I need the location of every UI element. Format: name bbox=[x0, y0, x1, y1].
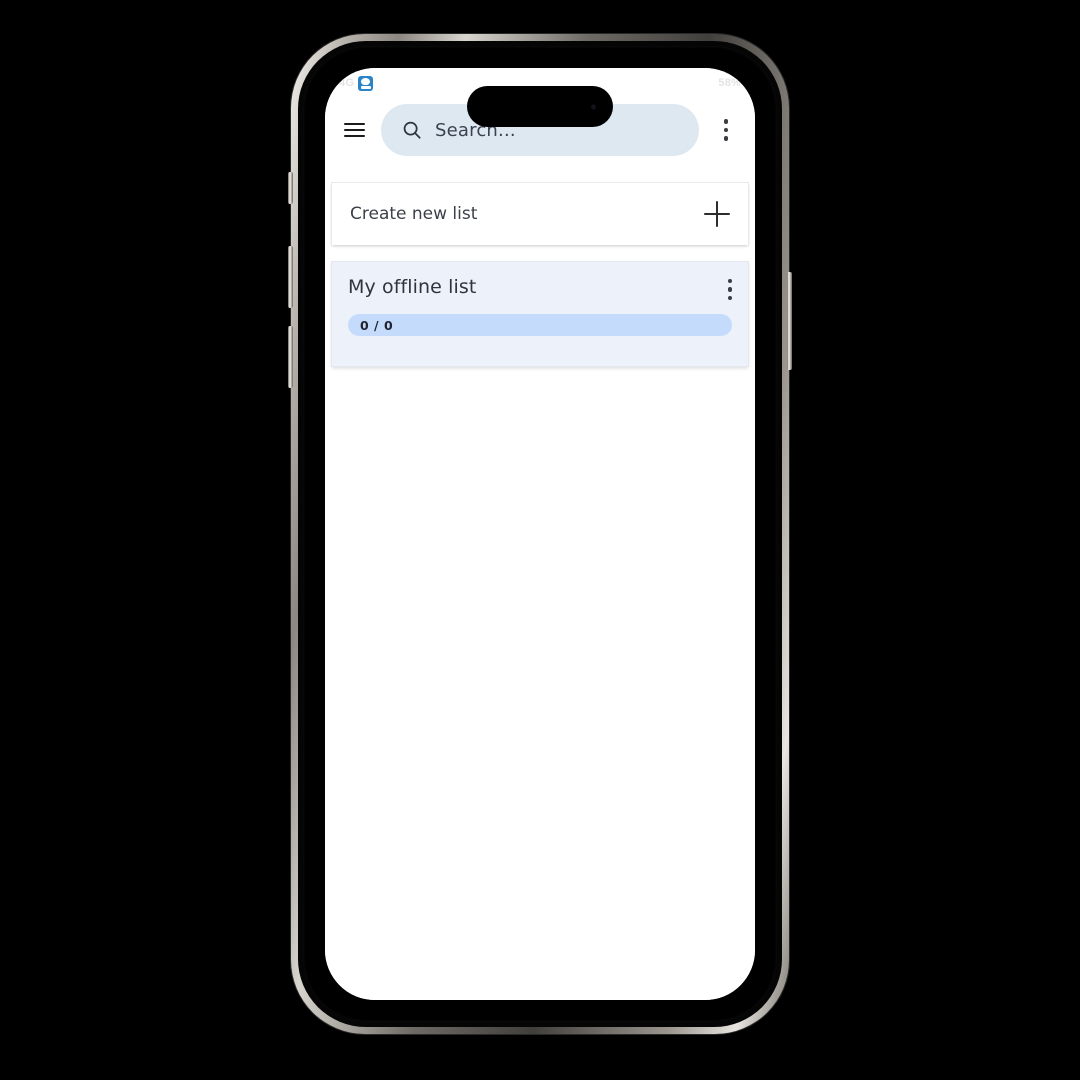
hamburger-menu-icon bbox=[343, 122, 365, 138]
battery-percent-label: 58% bbox=[718, 77, 741, 89]
list-progress-bar: 0 / 0 bbox=[348, 314, 732, 337]
volume-up-button[interactable] bbox=[288, 246, 293, 308]
hamburger-menu-button[interactable] bbox=[339, 115, 369, 145]
list-item-header: My offline list bbox=[348, 276, 732, 301]
phone-device-frame: 4G 58% Search... Create new list My offl… bbox=[288, 34, 792, 1034]
phone-screen: 4G 58% Search... Create new list My offl… bbox=[325, 68, 755, 1000]
search-icon bbox=[403, 121, 421, 139]
front-camera-icon bbox=[591, 104, 596, 109]
list-item-title: My offline list bbox=[348, 276, 477, 298]
status-bar-right: 58% bbox=[718, 77, 741, 89]
create-new-list-label: Create new list bbox=[350, 204, 478, 224]
network-label: 4G bbox=[339, 77, 355, 89]
dynamic-island bbox=[467, 86, 613, 127]
mute-switch-button[interactable] bbox=[288, 172, 293, 204]
overflow-menu-button[interactable] bbox=[711, 115, 741, 145]
plus-icon[interactable] bbox=[704, 201, 730, 227]
create-new-list-row[interactable]: Create new list bbox=[331, 182, 749, 245]
list-item[interactable]: My offline list 0 / 0 bbox=[331, 261, 749, 368]
notification-app-icon bbox=[358, 75, 374, 91]
phone-inner-shell: 4G 58% Search... Create new list My offl… bbox=[298, 41, 782, 1027]
power-button[interactable] bbox=[787, 272, 792, 370]
main-content: Create new list My offline list 0 / 0 bbox=[325, 182, 755, 1000]
screenshot-stage: 4G 58% Search... Create new list My offl… bbox=[0, 0, 1080, 1080]
phone-bezel: 4G 58% Search... Create new list My offl… bbox=[303, 46, 777, 1022]
list-item-more-vertical-icon[interactable] bbox=[727, 279, 732, 301]
more-vertical-icon bbox=[723, 119, 729, 141]
status-bar-left: 4G bbox=[339, 75, 374, 91]
list-progress-label: 0 / 0 bbox=[360, 317, 394, 333]
volume-down-button[interactable] bbox=[288, 326, 293, 388]
